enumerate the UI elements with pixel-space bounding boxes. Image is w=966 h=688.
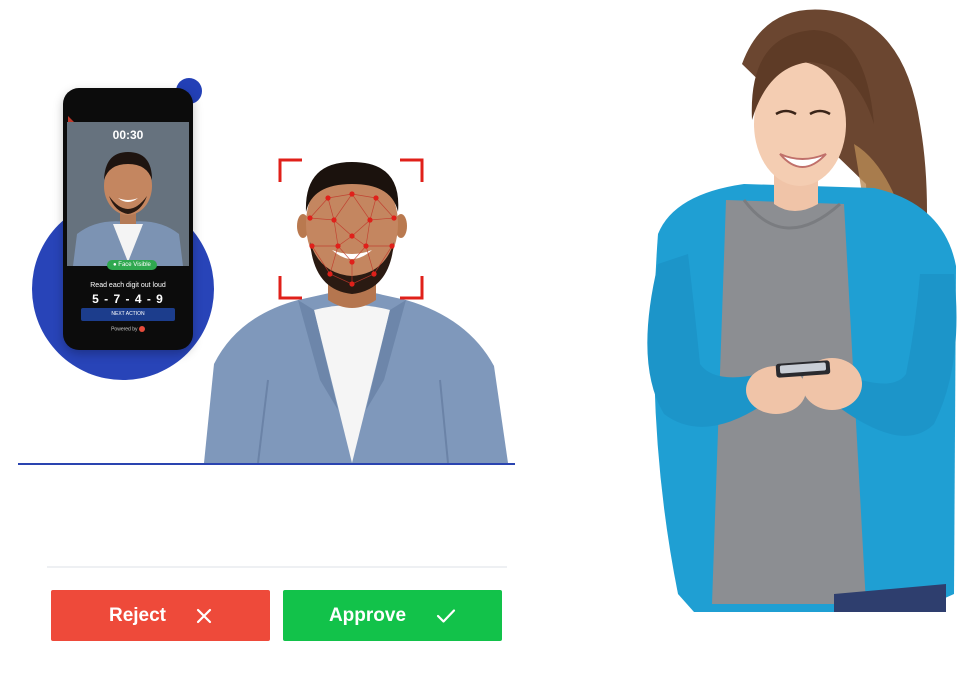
countdown-timer: 00:30 — [112, 128, 144, 142]
decision-actions: Reject Approve — [51, 590, 503, 641]
reject-button[interactable]: Reject — [51, 590, 270, 641]
powered-by: Powered by — [63, 326, 193, 332]
phone-mockup: 00:30 ● Face Visible Read each digit out… — [63, 88, 193, 350]
liveness-instruction: Read each digit out loud — [90, 282, 166, 289]
check-icon — [436, 608, 456, 624]
section-divider — [47, 566, 507, 568]
face-visible-badge: ● Face Visible — [107, 260, 157, 270]
face-visible-label: Face Visible — [118, 262, 151, 268]
powered-by-label: Powered by — [111, 326, 138, 333]
baseline-divider — [18, 463, 515, 465]
woman-with-phone-photo — [647, 9, 957, 612]
brand-logo-icon — [138, 326, 145, 332]
man-face-detection — [204, 158, 508, 464]
verification-illustration: 00:30 ● Face Visible Read each digit out… — [0, 0, 966, 688]
close-icon — [196, 608, 212, 624]
approve-button[interactable]: Approve — [283, 590, 502, 641]
check-circle-icon: ● — [113, 262, 117, 268]
approve-label: Approve — [328, 604, 407, 626]
next-action-button[interactable]: NEXT ACTION — [81, 308, 175, 321]
phone-camera-view — [67, 122, 189, 266]
selfie-preview-icon — [67, 122, 189, 266]
reject-label: Reject — [108, 604, 167, 626]
liveness-digits: 5 - 7 - 4 - 9 — [92, 292, 164, 306]
